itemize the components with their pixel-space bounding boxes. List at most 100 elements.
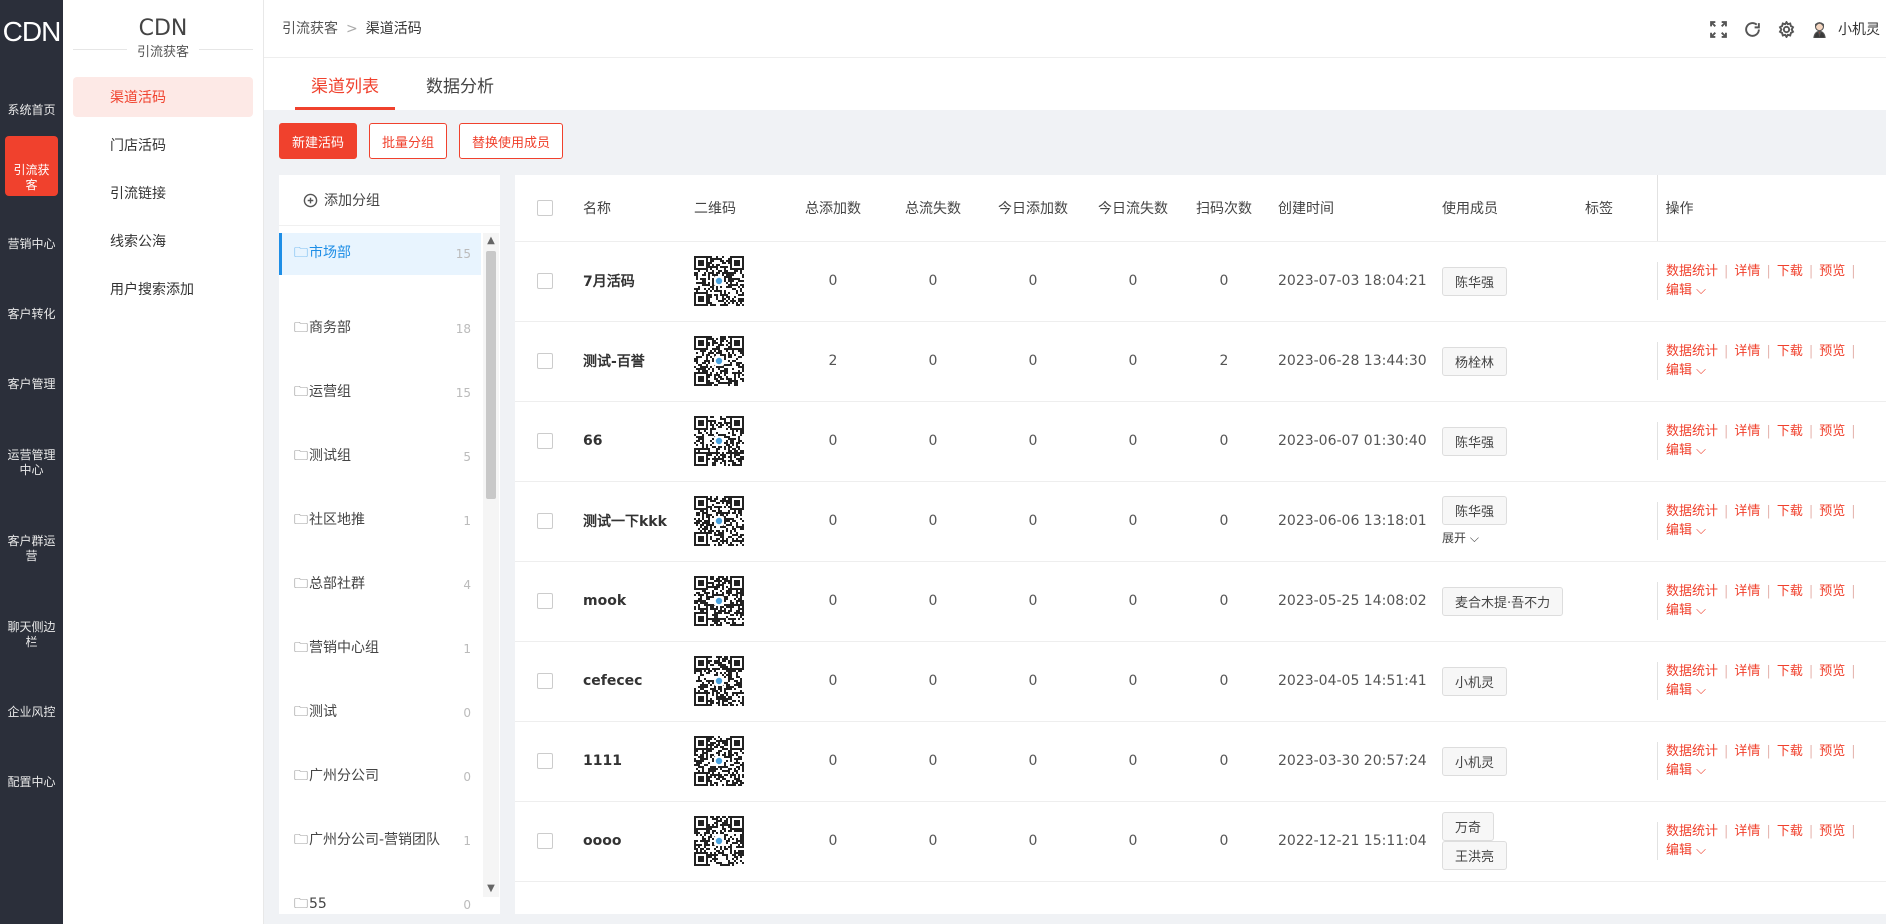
rail-item-3[interactable]: 客户转化: [0, 268, 63, 338]
rail-item-5[interactable]: 运营管理中心: [0, 408, 63, 494]
detail-link[interactable]: 详情: [1734, 344, 1760, 359]
download-link[interactable]: 下载: [1777, 664, 1803, 679]
group-item[interactable]: 营销中心组 1: [279, 617, 481, 681]
stats-link[interactable]: 数据统计: [1666, 344, 1718, 359]
row-checkbox[interactable]: [537, 833, 553, 849]
row-checkbox[interactable]: [537, 273, 553, 289]
group-item[interactable]: 广州分公司-营销团队 1: [279, 809, 481, 873]
group-item[interactable]: 商务部 18: [279, 297, 481, 361]
detail-link[interactable]: 详情: [1734, 504, 1760, 519]
chevron-down-icon[interactable]: ⌵: [1696, 363, 1706, 378]
stats-link[interactable]: 数据统计: [1666, 504, 1718, 519]
rail-item-0[interactable]: 系统首页: [0, 64, 63, 134]
group-item[interactable]: 55 0: [279, 873, 481, 914]
edit-link[interactable]: 编辑: [1666, 683, 1692, 698]
stats-link[interactable]: 数据统计: [1666, 584, 1718, 599]
edit-link[interactable]: 编辑: [1666, 763, 1692, 778]
row-checkbox[interactable]: [537, 513, 553, 529]
stats-link[interactable]: 数据统计: [1666, 664, 1718, 679]
subnav-item-3[interactable]: 线索公海: [73, 221, 253, 261]
gear-icon[interactable]: [1769, 12, 1803, 46]
scroll-thumb[interactable]: [486, 251, 496, 499]
subnav-item-1[interactable]: 门店活码: [73, 125, 253, 165]
edit-link[interactable]: 编辑: [1666, 363, 1692, 378]
stats-link[interactable]: 数据统计: [1666, 264, 1718, 279]
subnav-item-0[interactable]: 渠道活码: [73, 77, 253, 117]
download-link[interactable]: 下载: [1777, 504, 1803, 519]
row-checkbox[interactable]: [537, 353, 553, 369]
edit-link[interactable]: 编辑: [1666, 283, 1692, 298]
detail-link[interactable]: 详情: [1734, 744, 1760, 759]
qr-code[interactable]: [694, 496, 744, 546]
rail-item-1[interactable]: 引流获客: [5, 136, 58, 196]
qr-code[interactable]: [694, 816, 744, 866]
rail-item-7[interactable]: 聊天侧边栏: [0, 580, 63, 666]
group-item[interactable]: 运营组 15: [279, 361, 481, 425]
group-scrollbar[interactable]: ▲ ▼: [483, 233, 499, 897]
preview-link[interactable]: 预览: [1819, 584, 1845, 599]
expand-toggle[interactable]: 展开 ⌵: [1442, 529, 1585, 546]
rail-item-4[interactable]: 客户管理: [0, 338, 63, 408]
download-link[interactable]: 下载: [1777, 824, 1803, 839]
group-item[interactable]: 市场部 15: [279, 233, 481, 275]
preview-link[interactable]: 预览: [1819, 264, 1845, 279]
rail-item-6[interactable]: 客户群运营: [0, 494, 63, 580]
preview-link[interactable]: 预览: [1819, 504, 1845, 519]
download-link[interactable]: 下载: [1777, 744, 1803, 759]
chevron-down-icon[interactable]: ⌵: [1696, 843, 1706, 858]
rail-item-9[interactable]: 配置中心: [0, 736, 63, 806]
subnav-item-2[interactable]: 引流链接: [73, 173, 253, 213]
qr-code[interactable]: [694, 576, 744, 626]
preview-link[interactable]: 预览: [1819, 424, 1845, 439]
row-checkbox[interactable]: [537, 753, 553, 769]
scroll-down-icon[interactable]: ▼: [485, 883, 497, 895]
group-item[interactable]: 社区地推 1: [279, 489, 481, 553]
replace-member-button[interactable]: 替换使用成员: [459, 123, 564, 159]
detail-link[interactable]: 详情: [1734, 424, 1760, 439]
download-link[interactable]: 下载: [1777, 424, 1803, 439]
preview-link[interactable]: 预览: [1819, 664, 1845, 679]
detail-link[interactable]: 详情: [1734, 264, 1760, 279]
stats-link[interactable]: 数据统计: [1666, 424, 1718, 439]
chevron-down-icon[interactable]: ⌵: [1696, 763, 1706, 778]
preview-link[interactable]: 预览: [1819, 824, 1845, 839]
qr-code[interactable]: [694, 416, 744, 466]
scroll-up-icon[interactable]: ▲: [485, 235, 497, 247]
row-checkbox[interactable]: [537, 593, 553, 609]
preview-link[interactable]: 预览: [1819, 744, 1845, 759]
download-link[interactable]: 下载: [1777, 344, 1803, 359]
row-checkbox[interactable]: [537, 433, 553, 449]
tab-channel-list[interactable]: 渠道列表: [295, 72, 395, 110]
chevron-down-icon[interactable]: ⌵: [1696, 283, 1706, 298]
select-all-checkbox[interactable]: [537, 199, 553, 216]
detail-link[interactable]: 详情: [1734, 584, 1760, 599]
chevron-down-icon[interactable]: ⌵: [1696, 523, 1706, 538]
rail-item-2[interactable]: 营销中心: [0, 198, 63, 268]
download-link[interactable]: 下载: [1777, 264, 1803, 279]
subnav-item-4[interactable]: 用户搜索添加: [73, 269, 253, 309]
batch-group-button[interactable]: 批量分组: [369, 123, 448, 159]
qr-code[interactable]: [694, 256, 744, 306]
tab-data-analysis[interactable]: 数据分析: [426, 72, 494, 107]
chevron-down-icon[interactable]: ⌵: [1696, 683, 1706, 698]
edit-link[interactable]: 编辑: [1666, 603, 1692, 618]
edit-link[interactable]: 编辑: [1666, 523, 1692, 538]
breadcrumb-item[interactable]: 引流获客: [282, 21, 338, 37]
detail-link[interactable]: 详情: [1734, 824, 1760, 839]
username[interactable]: 小机灵: [1838, 19, 1886, 39]
edit-link[interactable]: 编辑: [1666, 843, 1692, 858]
group-item[interactable]: 总部社群 4: [279, 553, 481, 617]
fullscreen-icon[interactable]: [1701, 12, 1735, 46]
new-code-button[interactable]: 新建活码: [279, 123, 358, 159]
rail-item-8[interactable]: 企业风控: [0, 666, 63, 736]
qr-code[interactable]: [694, 736, 744, 786]
edit-link[interactable]: 编辑: [1666, 443, 1692, 458]
qr-code[interactable]: [694, 336, 744, 386]
group-item[interactable]: 广州分公司 0: [279, 745, 481, 809]
chevron-down-icon[interactable]: ⌵: [1696, 603, 1706, 618]
row-checkbox[interactable]: [537, 673, 553, 689]
preview-link[interactable]: 预览: [1819, 344, 1845, 359]
group-item[interactable]: 测试组 5: [279, 425, 481, 489]
qr-code[interactable]: [694, 656, 744, 706]
download-link[interactable]: 下载: [1777, 584, 1803, 599]
